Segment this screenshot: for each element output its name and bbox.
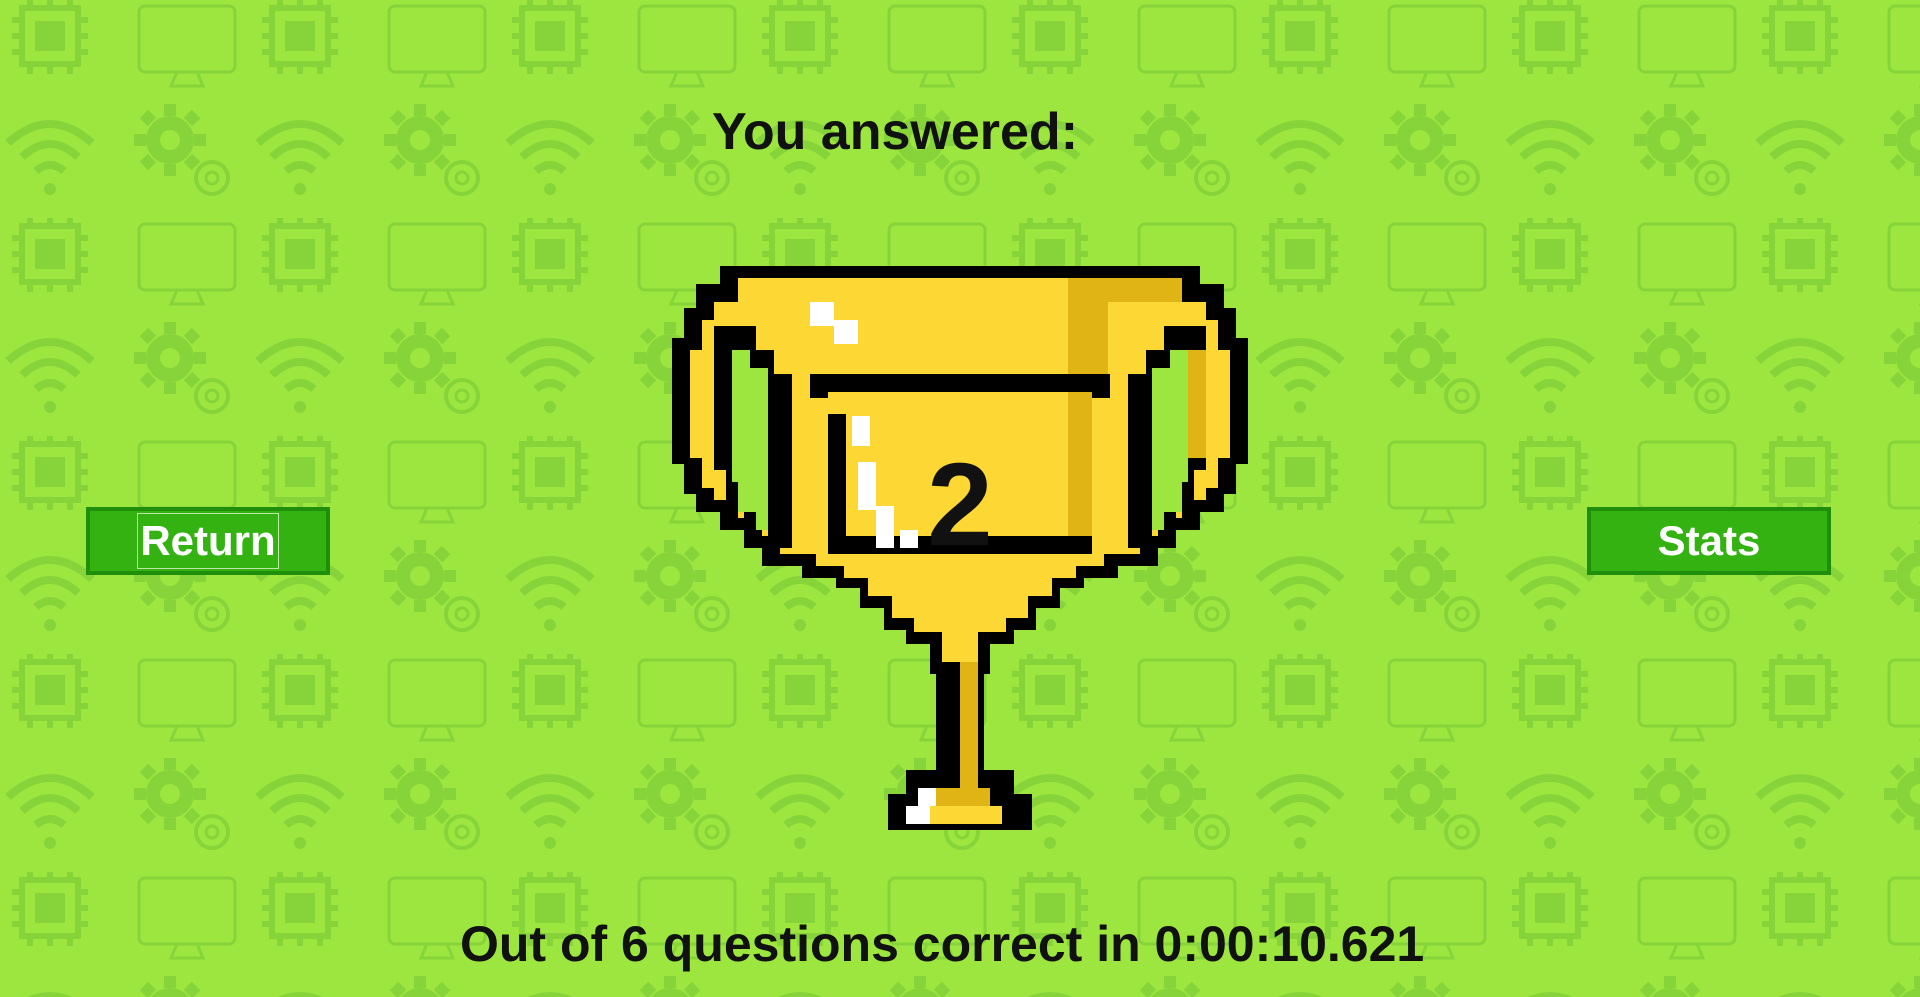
result-summary: Out of 6 questions correct in 0:00:10.62… — [460, 916, 1425, 972]
stats-button[interactable]: Stats — [1587, 507, 1831, 575]
return-button[interactable]: Return — [86, 507, 330, 575]
return-button-label: Return — [137, 513, 279, 569]
score-value: 2 — [927, 439, 993, 571]
stats-button-label: Stats — [1657, 517, 1761, 564]
results-heading: You answered: — [712, 103, 1079, 161]
